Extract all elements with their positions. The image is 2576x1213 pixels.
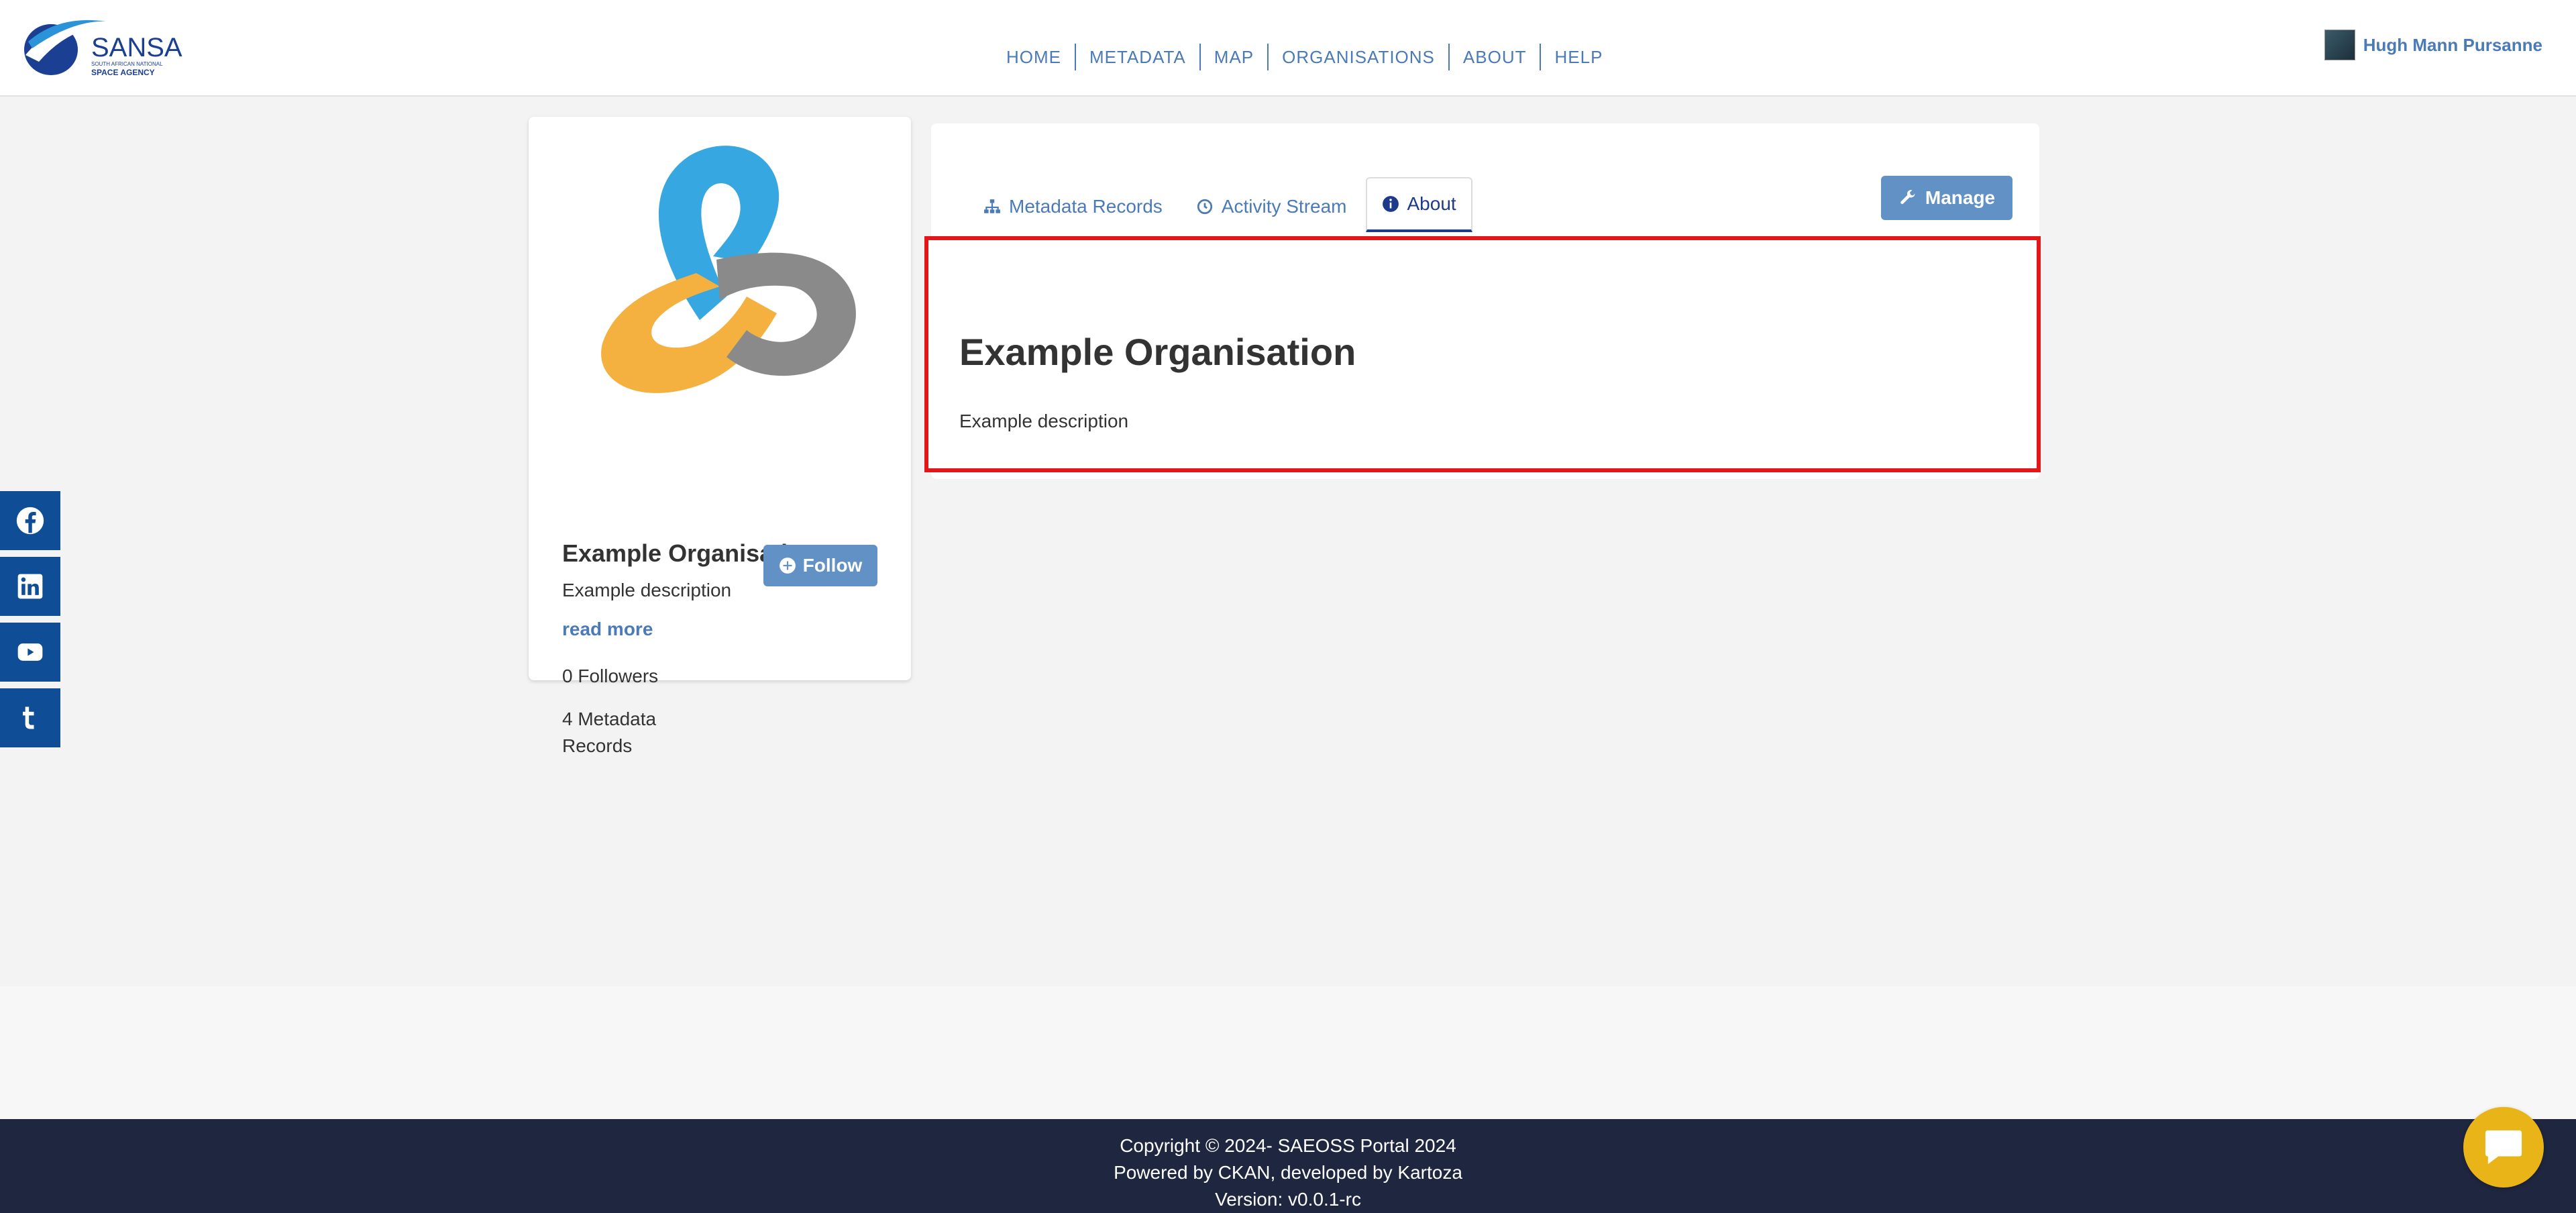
follow-label: Follow <box>802 555 863 576</box>
footer-background-band <box>0 986 2576 1119</box>
organisation-tabs: Metadata Records Activity Stream About <box>969 177 1477 232</box>
tab-about[interactable]: About <box>1365 177 1472 232</box>
followers-count: 0 Followers <box>562 666 659 686</box>
nav-map[interactable]: MAP <box>1201 47 1267 68</box>
site-footer: Copyright © 2024- SAEOSS Portal 2024 Pow… <box>0 1119 2576 1213</box>
clock-icon <box>1197 199 1212 215</box>
manage-label: Manage <box>1925 187 1996 208</box>
nav-organisations[interactable]: ORGANISATIONS <box>1269 47 1448 68</box>
tumblr-icon <box>23 706 34 729</box>
youtube-icon <box>17 643 43 661</box>
svg-text:SOUTH AFRICAN NATIONAL: SOUTH AFRICAN NATIONAL <box>91 61 163 67</box>
facebook-icon <box>16 507 44 535</box>
nav-metadata[interactable]: METADATA <box>1076 47 1199 68</box>
nav-help[interactable]: HELP <box>1541 47 1616 68</box>
sitemap-icon <box>984 199 1000 213</box>
main-nav: HOME METADATA MAP ORGANISATIONS ABOUT HE… <box>993 42 1616 72</box>
about-section: Example Organisation Example description <box>924 236 2041 472</box>
linkedin-icon <box>17 574 43 599</box>
chat-button[interactable] <box>2463 1107 2544 1188</box>
tab-label: Metadata Records <box>1009 196 1163 217</box>
social-sidebar <box>0 491 60 754</box>
sansa-logo[interactable]: SANSA SOUTH AFRICAN NATIONAL SPACE AGENC… <box>19 15 186 82</box>
chat-icon <box>2485 1130 2522 1165</box>
footer-copyright: Copyright © 2024- SAEOSS Portal 2024 <box>1120 1135 1456 1156</box>
about-description: Example description <box>959 411 1129 431</box>
footer-version: Version: v0.0.1-rc <box>1215 1189 1361 1210</box>
nav-home[interactable]: HOME <box>993 47 1075 68</box>
footer-powered-by: Powered by CKAN, developed by Kartoza <box>1114 1162 1462 1183</box>
info-icon <box>1382 196 1399 212</box>
manage-button[interactable]: Manage <box>1881 176 2012 220</box>
user-name[interactable]: Hugh Mann Pursanne <box>2363 35 2542 56</box>
linkedin-button[interactable] <box>0 557 60 616</box>
user-menu[interactable]: Hugh Mann Pursanne <box>2324 30 2542 60</box>
facebook-button[interactable] <box>0 491 60 550</box>
organisation-main-panel: Metadata Records Activity Stream About M… <box>924 123 2041 479</box>
wrench-icon <box>1900 190 1915 205</box>
tumblr-button[interactable] <box>0 688 60 747</box>
tab-activity-stream[interactable]: Activity Stream <box>1181 181 1362 232</box>
youtube-button[interactable] <box>0 623 60 682</box>
site-header: SANSA SOUTH AFRICAN NATIONAL SPACE AGENC… <box>0 0 2576 97</box>
about-title: Example Organisation <box>959 331 1356 373</box>
plus-circle-icon <box>779 558 796 574</box>
organisation-description: Example description <box>562 580 732 600</box>
tab-label: About <box>1407 193 1456 214</box>
nav-about[interactable]: ABOUT <box>1450 47 1540 68</box>
read-more-link[interactable]: read more <box>562 619 653 640</box>
organisation-card: Example Organisation Example description… <box>529 117 911 756</box>
metadata-records-count: 4 Metadata Records <box>562 708 657 756</box>
follow-button[interactable]: Follow <box>763 545 877 586</box>
user-avatar[interactable] <box>2324 30 2355 60</box>
organisation-logo <box>576 142 864 404</box>
logo-text: SANSA <box>91 33 182 62</box>
tab-metadata-records[interactable]: Metadata Records <box>969 181 1177 232</box>
tab-label: Activity Stream <box>1221 196 1347 217</box>
svg-text:SPACE AGENCY: SPACE AGENCY <box>91 68 155 77</box>
